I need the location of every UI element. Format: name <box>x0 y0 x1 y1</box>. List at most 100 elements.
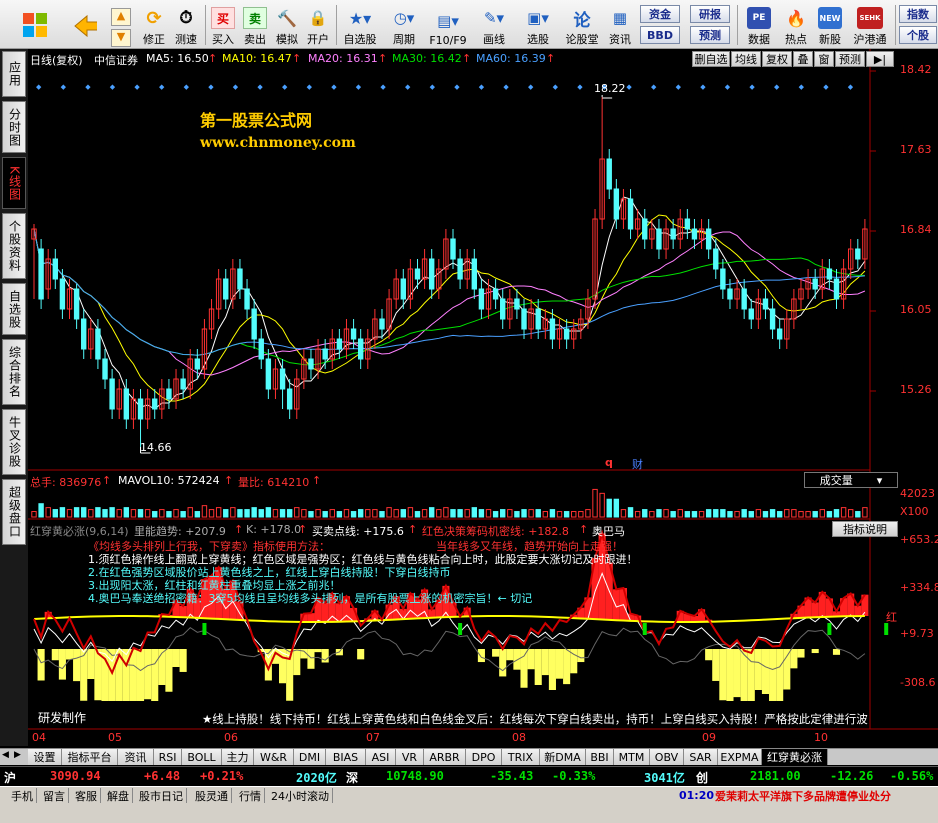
volume-bar <box>826 511 833 518</box>
diamond-marker: ◆ <box>331 83 337 91</box>
speedtest-button[interactable]: ⏱ 测速 <box>170 3 202 47</box>
volume-bar <box>691 511 698 518</box>
open-account-button[interactable]: 🔒 开户 <box>303 3 333 47</box>
draw-line-button[interactable]: ✎▾ 画线 <box>474 3 514 47</box>
ma-button[interactable]: 均线 <box>731 51 761 67</box>
adjust-button[interactable]: 复权 <box>762 51 792 67</box>
indicator-tab[interactable]: 红穿黄必涨 <box>762 749 828 765</box>
indicator-tab[interactable]: TRIX <box>502 749 540 765</box>
indicator-tab[interactable]: 新DMA <box>540 749 586 765</box>
tab-watchlist[interactable]: 自选股 <box>2 283 26 335</box>
volume-bar <box>784 509 790 518</box>
research-button[interactable]: 研报 <box>690 5 730 23</box>
indicator-tab[interactable]: BIAS <box>326 749 366 765</box>
sell-button[interactable]: 卖 卖出 <box>241 3 269 47</box>
kline-chart-area[interactable]: ◆ ◆ ◆ ◆ ◆ ◆ ◆ ◆ ◆ ◆ ◆ ◆ ◆ ◆ ◆ ◆ ◆ ◆ ◆ ◆ ◆ ◆ ◆ ◆ ◆ ◆ ◆ ◆ ◆ ◆ ◆ ◆ ◆ ◆ 日线(复权… <box>28 49 938 746</box>
buy-button[interactable]: 买 买入 <box>209 3 237 47</box>
hk-connect-button[interactable]: SEHK 沪港通 <box>849 3 891 47</box>
indicator-tab[interactable]: DMI <box>294 749 326 765</box>
volume-bar <box>350 511 357 518</box>
tab-apps[interactable]: 应用 <box>2 51 26 97</box>
indicator-tab[interactable]: OBV <box>650 749 684 765</box>
indicator-tab[interactable]: MTM <box>614 749 650 765</box>
overlay-button[interactable]: 叠 <box>793 51 813 67</box>
ipo-button[interactable]: NEW 新股 <box>813 3 847 47</box>
forum-button[interactable]: 论 论股堂 <box>562 3 602 47</box>
analysis-link[interactable]: 解盘 <box>104 788 133 803</box>
funds-button[interactable]: 资金 <box>640 5 680 23</box>
index-button[interactable]: 指数 <box>899 5 937 23</box>
indicator-tab[interactable]: RSI <box>154 749 182 765</box>
indicator-tab[interactable]: BOLL <box>182 749 222 765</box>
month-label: 04 <box>32 731 46 744</box>
stock-button[interactable]: 个股 <box>899 26 937 44</box>
indicator-tab[interactable]: SAR <box>684 749 718 765</box>
tab-stock-info[interactable]: 个股资料 <box>2 213 26 279</box>
candle-body <box>521 308 527 330</box>
bbd-button[interactable]: BBD <box>640 26 680 44</box>
indicator-tab[interactable]: EXPMA <box>718 749 762 765</box>
tab-ranking[interactable]: 综合排名 <box>2 339 26 405</box>
price-tick: 16.05 <box>900 303 932 316</box>
up-arrow-icon[interactable]: ▲ <box>111 8 131 26</box>
window-button[interactable]: 窗 <box>814 51 834 67</box>
mobile-link[interactable]: 手机 <box>8 788 37 803</box>
indicator-tab[interactable]: ASI <box>366 749 396 765</box>
back-arrow-icon <box>73 14 97 38</box>
hotspot-button[interactable]: 🔥 热点 <box>779 3 813 47</box>
indicator-tab[interactable]: 设置 <box>28 749 62 765</box>
left-scroll-icon[interactable]: ◀ <box>2 750 14 764</box>
chart-canvas[interactable]: ◆ ◆ ◆ ◆ ◆ ◆ ◆ ◆ ◆ ◆ ◆ ◆ ◆ ◆ ◆ ◆ ◆ ◆ ◆ ◆ ◆ ◆ ◆ ◆ ◆ ◆ ◆ ◆ ◆ ◆ ◆ ◆ ◆ ◆ <box>28 49 938 746</box>
down-arrow-icon[interactable]: ▼ <box>111 29 131 47</box>
volume-bar <box>492 511 499 518</box>
data-button[interactable]: PE 数据 <box>742 3 776 47</box>
indicator-tab[interactable]: VR <box>396 749 424 765</box>
volume-bar <box>159 509 165 518</box>
tab-super-board[interactable]: 超级盘口 <box>2 479 26 545</box>
quotes-link[interactable]: 行情 <box>236 788 265 803</box>
tab-intraday[interactable]: 分时图 <box>2 101 26 153</box>
watermark-url: www.chnmoney.com <box>200 135 356 151</box>
news-button[interactable]: ▦ 资讯 <box>604 3 636 47</box>
remove-watchlist-button[interactable]: 删自选 <box>692 51 730 67</box>
stock-picker-button[interactable]: ▣▾ 选股 <box>518 3 558 47</box>
forecast-button[interactable]: 预测 <box>690 26 730 44</box>
message-link[interactable]: 留言 <box>40 788 69 803</box>
indicator-tab[interactable]: 指标平台 <box>62 749 118 765</box>
support-link[interactable]: 客服 <box>72 788 101 803</box>
volume-bar <box>88 509 94 518</box>
expand-arrow-icon[interactable]: ▶| <box>866 51 894 67</box>
main-toolbar: ▲ ▼ ⟳ 修正 ⏱ 测速 买 买入 卖 卖出 🔨 模拟 🔒 开户 ★▾ 自选股… <box>0 0 938 49</box>
volume-bar <box>223 509 229 518</box>
indicator-tab[interactable]: BBI <box>586 749 614 765</box>
back-button[interactable] <box>68 3 102 47</box>
indicator-tab[interactable]: 资讯 <box>118 749 154 765</box>
f10-button[interactable]: ▤▾ F10/F9 <box>426 3 470 47</box>
indicator-tab[interactable]: ARBR <box>424 749 466 765</box>
indicator-tab[interactable]: W&R <box>254 749 294 765</box>
news-ticker[interactable]: 爱茉莉太平洋旗下多品牌遭停业处分 <box>712 788 894 803</box>
fix-button[interactable]: ⟳ 修正 <box>138 3 170 47</box>
forecast-chart-button[interactable]: 预测 <box>835 51 865 67</box>
candle-body <box>194 358 201 370</box>
indicator-tab[interactable]: DPO <box>466 749 502 765</box>
indicator-tab[interactable]: 主力 <box>222 749 254 765</box>
simulate-button[interactable]: 🔨 模拟 <box>272 3 302 47</box>
tabs-scroll-area[interactable]: ◀ ▶ <box>0 748 28 765</box>
windows-logo-button[interactable] <box>18 3 52 47</box>
gulingtong-link[interactable]: 股灵通 <box>192 788 232 803</box>
diamond-marker: ◆ <box>774 83 780 91</box>
tab-diagnosis[interactable]: 牛叉诊股 <box>2 409 26 475</box>
cy-change: -12.26 <box>830 769 874 783</box>
tab-kline[interactable]: K线图 <box>2 157 26 209</box>
indicator-explain-button[interactable]: 指标说明 <box>832 521 898 537</box>
volume-bar <box>109 507 115 518</box>
right-scroll-icon[interactable]: ▶ <box>14 750 26 764</box>
scrolling-news-link[interactable]: 24小时滚动 <box>268 788 333 803</box>
watchlist-button[interactable]: ★▾ 自选股 <box>340 3 380 47</box>
scroll-buttons[interactable]: ▲ ▼ <box>110 3 132 47</box>
candle-body <box>606 158 612 190</box>
period-button[interactable]: ◷▾ 周期 <box>384 3 424 47</box>
volume-dropdown[interactable]: 成交量 ▾ <box>804 472 898 488</box>
diary-link[interactable]: 股市日记 <box>136 788 187 803</box>
